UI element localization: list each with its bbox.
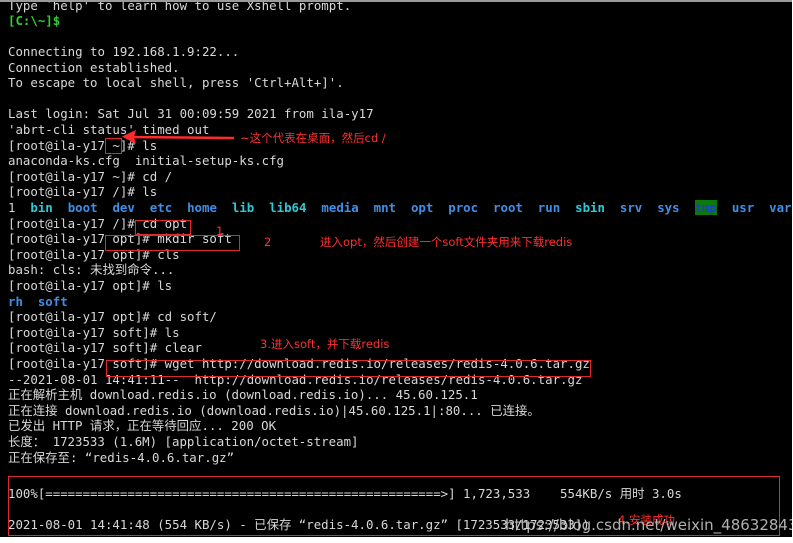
- listing-entry: etc: [149, 200, 173, 215]
- terminal-line: 正在解析主机 download.redis.io (download.redis…: [8, 387, 478, 402]
- listing-entry: proc: [448, 200, 479, 215]
- annotation-home: ~这个代表在桌面，然后cd /: [240, 131, 386, 145]
- highlight-box-cd-opt: [135, 220, 191, 235]
- listing-entry: media: [321, 200, 359, 215]
- terminal-line: [root@ila-y17 ~]# cd /: [8, 169, 173, 184]
- listing-entry: home: [187, 200, 217, 215]
- listing-entry: sys: [657, 200, 680, 215]
- terminal-line: To escape to local shell, press 'Ctrl+Al…: [8, 75, 344, 90]
- annotation-step-2: 2: [264, 235, 272, 249]
- listing-entry: dev: [112, 200, 135, 215]
- listing-entry: tmp: [694, 200, 717, 215]
- terminal-line: 已发出 HTTP 请求，正在等待回应... 200 OK: [8, 418, 277, 433]
- arrow-icon: [122, 130, 234, 144]
- listing-entry: var: [769, 200, 792, 215]
- terminal-line: Last login: Sat Jul 31 00:09:59 2021 fro…: [8, 106, 374, 121]
- listing-entry: mnt: [373, 200, 397, 215]
- terminal-line: Type `help' to learn how to use Xshell p…: [8, 0, 352, 13]
- highlight-box-home: [105, 138, 122, 154]
- annotation-step-1: 1: [216, 224, 224, 238]
- opt-directory-listing: rh soft: [8, 294, 68, 310]
- terminal-line: [root@ila-y17 opt]# cd soft/: [8, 309, 217, 324]
- terminal-line: [root@ila-y17 /]# ls: [8, 184, 158, 199]
- listing-entry: root: [493, 200, 523, 215]
- local-prompt: [C:\~]$: [8, 13, 61, 28]
- listing-entry: usr: [731, 200, 755, 215]
- watermark: https://blog.csdn.net/weixin_48632843: [505, 516, 792, 534]
- annotation-step-3: 3.进入soft，并下载redis: [260, 337, 390, 351]
- listing-entry: sbin: [575, 200, 605, 215]
- listing-entry: boot: [67, 200, 98, 215]
- highlight-box-wget: [106, 360, 591, 377]
- terminal-line: 正在保存至: “redis-4.0.6.tar.gz”: [8, 450, 235, 465]
- listing-entry: srv: [619, 200, 643, 215]
- listing-entry: rh: [8, 294, 23, 309]
- annotation-step-2-text: 进入opt，然后创建一个soft文件夹用来下载redis: [320, 235, 573, 249]
- listing-entry: soft: [37, 294, 68, 309]
- listing-entry: lib: [231, 200, 255, 215]
- terminal-line: 长度： 1723533 (1.6M) [application/octet-st…: [8, 434, 359, 449]
- terminal-line: [root@ila-y17 soft]# clear: [8, 340, 202, 355]
- listing-entry: bin: [30, 200, 53, 215]
- listing-entry: 1: [8, 200, 16, 215]
- root-directory-listing: 1 bin boot dev etc home lib lib64 media …: [8, 200, 792, 216]
- terminal-window[interactable]: Type `help' to learn how to use Xshell p…: [0, 0, 792, 537]
- terminal-line: [root@ila-y17 opt]# ls: [8, 278, 173, 293]
- terminal-line: 正在连接 download.redis.io (download.redis.i…: [8, 403, 540, 418]
- terminal-line: [root@ila-y17 soft]# ls: [8, 325, 180, 340]
- terminal-line: Connecting to 192.168.1.9:22...: [8, 44, 240, 59]
- listing-entry: opt: [410, 200, 434, 215]
- terminal-line: anaconda-ks.cfg initial-setup-ks.cfg: [8, 153, 285, 168]
- terminal-line: Connection established.: [8, 60, 180, 75]
- terminal-line: bash: cls: 未找到命令...: [8, 262, 175, 277]
- listing-entry: run: [537, 200, 561, 215]
- listing-entry: lib64: [269, 200, 307, 215]
